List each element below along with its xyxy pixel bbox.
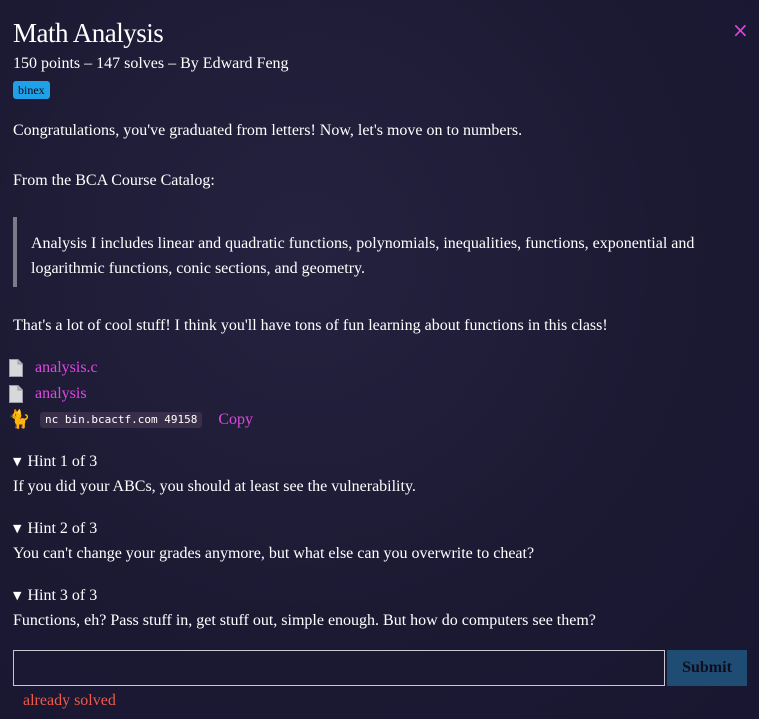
description-intro: Congratulations, you've graduated from l…: [13, 122, 523, 139]
triangle-down-icon: ▼: [13, 522, 22, 535]
file-item-analysis-c: analysis.c: [9, 357, 98, 379]
hint-3-toggle[interactable]: ▼ Hint 3 of 3: [13, 587, 97, 605]
nc-command: nc bin.bcactf.com 49158: [40, 412, 203, 428]
description-catalog-lead: From the BCA Course Catalog:: [13, 172, 215, 189]
challenge-meta: 150 points – 147 solves – By Edward Feng: [13, 55, 289, 72]
file-link-analysis[interactable]: analysis: [35, 385, 87, 403]
hint-2-toggle[interactable]: ▼ Hint 2 of 3: [13, 520, 97, 538]
hint-1-text: If you did your ABCs, you should at leas…: [13, 478, 416, 495]
submit-button[interactable]: Submit: [667, 650, 747, 686]
triangle-down-icon: ▼: [13, 589, 22, 602]
hint-3-label: Hint 3 of 3: [27, 587, 98, 604]
category-tag: binex: [13, 81, 50, 99]
close-icon[interactable]: ×: [732, 20, 749, 40]
file-icon: [9, 385, 23, 403]
hint-1-label: Hint 1 of 3: [27, 453, 98, 470]
triangle-down-icon: ▼: [13, 455, 22, 468]
hint-2-text: You can't change your grades anymore, bu…: [13, 545, 535, 562]
connection-row: 🐈 nc bin.bcactf.com 49158 Copy: [8, 408, 253, 432]
copy-button[interactable]: Copy: [218, 411, 253, 429]
solve-status: already solved: [23, 692, 116, 709]
file-link-analysis-c[interactable]: analysis.c: [35, 359, 98, 377]
catalog-quote-text: Analysis I includes linear and quadratic…: [31, 235, 695, 277]
description-outro: That's a lot of cool stuff! I think you'…: [13, 317, 608, 334]
hint-2-label: Hint 2 of 3: [27, 520, 98, 537]
cat-icon: 🐈: [8, 409, 31, 430]
hint-1-toggle[interactable]: ▼ Hint 1 of 3: [13, 453, 97, 471]
catalog-blockquote: Analysis I includes linear and quadratic…: [13, 217, 727, 287]
flag-input[interactable]: [13, 650, 665, 686]
hint-3-text: Functions, eh? Pass stuff in, get stuff …: [13, 612, 596, 629]
challenge-title: Math Analysis: [13, 18, 164, 48]
file-item-analysis: analysis: [9, 383, 87, 405]
file-icon: [9, 359, 23, 377]
